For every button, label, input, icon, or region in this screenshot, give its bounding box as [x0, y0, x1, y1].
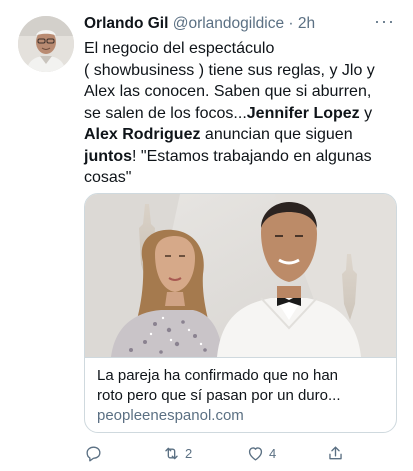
author-name[interactable]: Orlando Gil	[84, 15, 168, 32]
tweet[interactable]: Orlando Gil @orlandogildice · 2h ··· El …	[0, 0, 413, 471]
like-button[interactable]: 4	[246, 441, 276, 465]
tweet-text: El negocio del espectáculo ( showbusines…	[84, 38, 404, 189]
share-button[interactable]	[326, 441, 349, 465]
share-icon	[329, 445, 342, 459]
tweet-text-line: Alex las conocen. Saben que si aburren,	[84, 83, 372, 100]
tweet-text-line: ( showbusiness ) tiene sus reglas, y Jlo…	[84, 61, 375, 79]
text-span: anuncian que siguen	[200, 126, 353, 143]
card-domain: peopleenespanol.com	[97, 407, 244, 424]
tweet-text-line: El negocio del espectáculo	[84, 40, 275, 57]
bold-name-alex: Alex Rodriguez	[84, 126, 201, 143]
tweet-text-line: cosas"	[84, 169, 132, 186]
text-span: ! "Estamos trabajando en algunas	[132, 147, 372, 165]
avatar-image	[18, 16, 74, 72]
card-title-line: roto pero que sí pasan por un duro...	[97, 386, 341, 404]
card-body[interactable]: La pareja ha confirmado que no han roto …	[85, 357, 396, 432]
bold-word-juntos: juntos	[84, 147, 132, 165]
reply-icon	[86, 445, 101, 461]
more-icon[interactable]: ···	[374, 11, 395, 32]
tweet-actions: 2 4	[84, 441, 384, 465]
card-title: La pareja ha confirmado que no han roto …	[97, 366, 386, 405]
tweet-text-line: juntos! "Estamos trabajando en algunas	[84, 146, 404, 168]
retweet-count: 2	[185, 445, 193, 461]
timestamp[interactable]: 2h	[298, 15, 315, 32]
bold-name-jennifer: Jennifer Lopez	[246, 104, 360, 122]
text-span: se salen de los focos...	[84, 104, 247, 122]
avatar[interactable]	[18, 16, 74, 72]
retweet-icon	[165, 447, 178, 459]
author-handle[interactable]: @orlandogildice	[173, 15, 284, 32]
tweet-text-line: se salen de los focos...Jennifer Lopez y	[84, 103, 404, 125]
heart-icon	[248, 446, 263, 461]
card-image	[85, 194, 396, 357]
retweet-button[interactable]: 2	[162, 441, 192, 465]
card-title-line: La pareja ha confirmado que no han	[97, 367, 339, 384]
tweet-text-line: Alex Rodriguez anuncian que siguen	[84, 124, 404, 146]
link-card[interactable]: La pareja ha confirmado que no han roto …	[84, 193, 397, 433]
text-span: y	[359, 104, 373, 122]
like-count: 4	[269, 445, 277, 461]
reply-button[interactable]	[84, 441, 107, 465]
tweet-header: Orlando Gil @orlandogildice · 2h ···	[84, 11, 401, 35]
separator: ·	[288, 15, 294, 32]
